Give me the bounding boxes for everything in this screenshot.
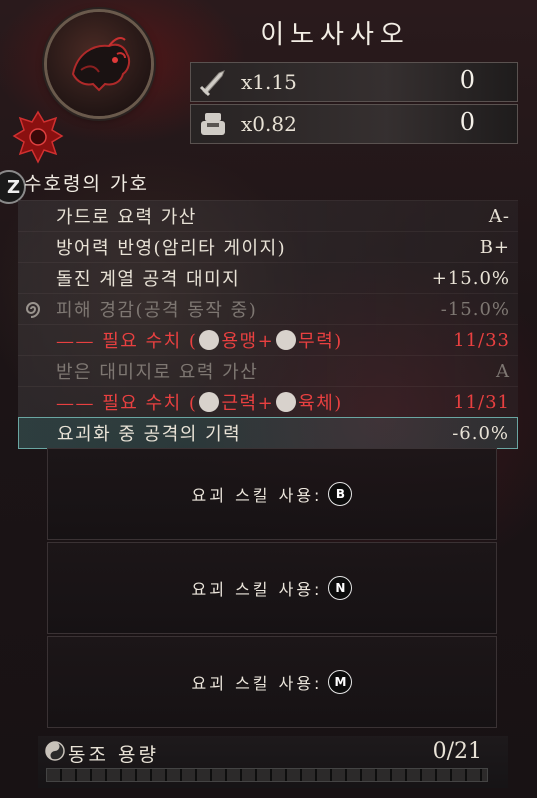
body-stat-icon xyxy=(276,392,297,412)
strength-stat-icon xyxy=(199,392,220,412)
sync-label: 동조 용량 xyxy=(68,744,159,766)
requirement-stat: 용맹 xyxy=(221,331,258,352)
list-item: 피해 경감(공격 동작 중) -15.0% xyxy=(18,293,518,324)
requirement-stat: 육체 xyxy=(298,393,335,414)
requirement-suffix: ) xyxy=(334,331,343,352)
row-label: 받은 대미지로 요력 가산 xyxy=(56,362,259,383)
defense-multiplier: x0.82 xyxy=(241,112,297,136)
row-label: 요괴화 중 공격의 기력 xyxy=(57,424,242,445)
yokai-skill-slot-m[interactable]: 요괴 스킬 사용: M xyxy=(47,636,497,728)
skill-label: 요괴 스킬 사용: xyxy=(191,486,323,505)
requirement-row: —— 필요 수치 ( 용맹+ 무력) 11/33 xyxy=(18,324,518,355)
section-key-badge[interactable]: Z xyxy=(0,170,26,204)
row-value: B+ xyxy=(479,236,510,258)
row-value: 11/33 xyxy=(453,329,510,351)
requirement-label: —— 필요 수치 ( 용맹+ 무력) xyxy=(56,327,343,353)
sword-icon xyxy=(197,67,229,97)
list-item-selected[interactable]: 요괴화 중 공격의 기력 -6.0% xyxy=(18,417,518,449)
blessing-list: 가드로 요력 가산 A- 방어력 반영(암리타 게이지) B+ 돌진 계열 공격… xyxy=(18,200,518,449)
defense-value: 0 xyxy=(459,108,475,136)
list-item: 가드로 요력 가산 A- xyxy=(18,200,518,231)
yokai-skill-slot-n[interactable]: 요괴 스킬 사용: N xyxy=(47,542,497,634)
attack-scaling-box: x1.15 0 xyxy=(190,62,518,102)
guardian-spirit-emblem xyxy=(47,12,151,116)
section-title: 수호령의 가호 xyxy=(24,173,149,195)
sync-progress-bar xyxy=(46,768,488,782)
key-b-icon: B xyxy=(328,482,353,506)
sync-count: 0/21 xyxy=(432,739,482,764)
row-label: 방어력 반영(암리타 게이지) xyxy=(56,238,287,259)
skill-label: 요괴 스킬 사용: xyxy=(191,674,323,693)
spiral-icon xyxy=(22,299,44,319)
sync-capacity: 동조 용량 0/21 xyxy=(38,736,508,788)
requirement-row: —— 필요 수치 ( 근력+ 육체) 11/31 xyxy=(18,386,518,417)
row-value: A- xyxy=(488,205,510,227)
row-value: -15.0% xyxy=(440,298,510,320)
defense-scaling-box: x0.82 0 xyxy=(190,104,518,144)
requirement-label: —— 필요 수치 ( 근력+ 육체) xyxy=(56,389,343,415)
courage-stat-icon xyxy=(199,330,220,350)
row-label: 돌진 계열 공격 대미지 xyxy=(56,269,241,290)
list-item: 돌진 계열 공격 대미지 +15.0% xyxy=(18,262,518,293)
requirement-plus: + xyxy=(257,331,275,352)
yin-yang-icon xyxy=(44,740,66,762)
row-value: +15.0% xyxy=(431,267,510,289)
row-value: -6.0% xyxy=(452,422,509,444)
list-item: 받은 대미지로 요력 가산 A xyxy=(18,355,518,386)
row-value: 11/31 xyxy=(453,391,510,413)
skill-stat-icon xyxy=(276,330,297,350)
key-n-icon: N xyxy=(328,576,353,600)
requirement-suffix: ) xyxy=(334,393,343,414)
key-m-icon: M xyxy=(328,670,353,694)
rank-crest-icon xyxy=(10,108,66,166)
row-label: 피해 경감(공격 동작 중) xyxy=(56,300,258,321)
requirement-prefix: —— 필요 수치 ( xyxy=(56,393,198,414)
boar-icon xyxy=(71,37,131,92)
attack-value: 0 xyxy=(459,66,475,94)
guardian-spirit-name: 이노사사오 xyxy=(260,20,410,50)
list-item: 방어력 반영(암리타 게이지) B+ xyxy=(18,231,518,262)
requirement-prefix: —— 필요 수치 ( xyxy=(56,331,198,352)
yokai-skill-slot-b[interactable]: 요괴 스킬 사용: B xyxy=(47,448,497,540)
skill-label: 요괴 스킬 사용: xyxy=(191,580,323,599)
requirement-stat: 근력 xyxy=(221,393,258,414)
row-label: 가드로 요력 가산 xyxy=(56,207,197,228)
attack-multiplier: x1.15 xyxy=(241,70,297,94)
armor-icon xyxy=(197,109,229,139)
row-value: A xyxy=(496,360,510,382)
requirement-stat: 무력 xyxy=(298,331,335,352)
requirement-plus: + xyxy=(257,393,275,414)
